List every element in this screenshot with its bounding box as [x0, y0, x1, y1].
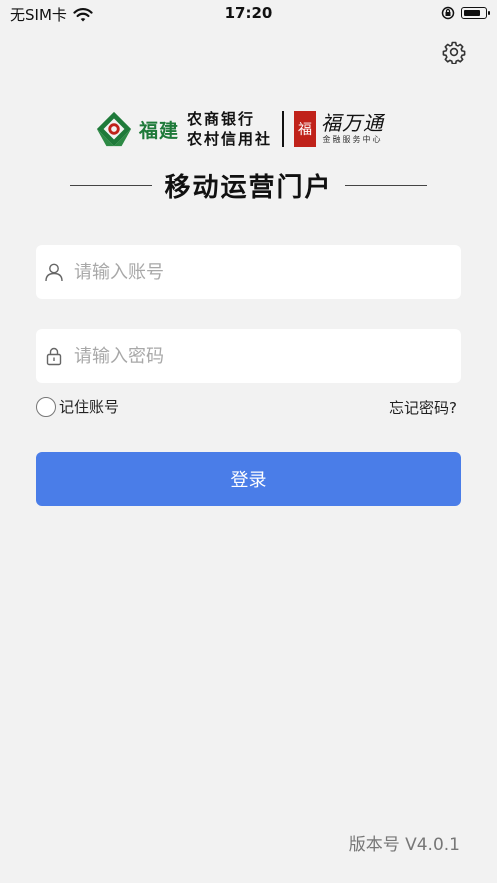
brand-subtitle: 金融服务中心 — [322, 135, 383, 144]
password-field[interactable] — [36, 329, 461, 383]
status-time: 17:20 — [224, 4, 273, 22]
brand-wordmark: 福万通 金融服务中心 — [321, 112, 384, 146]
battery-icon — [461, 7, 490, 19]
title-divider-right — [344, 184, 427, 186]
title-row: 移动运营门户 — [0, 165, 497, 205]
brand-seal: 福 — [294, 111, 317, 147]
username-field[interactable] — [36, 245, 461, 299]
password-input[interactable] — [74, 329, 461, 383]
username-input[interactable] — [74, 245, 461, 299]
rotation-lock-icon — [441, 6, 455, 20]
brand-logo: 福建 农商银行 农村信用社 福 福万通 金融服务中心 — [95, 105, 405, 153]
login-button[interactable]: 登录 — [36, 452, 461, 506]
forgot-password-link[interactable]: 忘记密码? — [389, 397, 457, 418]
logo-divider — [282, 111, 285, 147]
title-divider-left — [70, 184, 153, 186]
bank-name-province: 福建 — [139, 119, 180, 142]
remember-label: 记住账号 — [59, 398, 120, 416]
remember-account-toggle[interactable]: 记住账号 — [36, 396, 119, 417]
status-bar: 无SIM卡 17:20 — [0, 0, 497, 28]
page-title: 移动运营门户 — [164, 172, 333, 203]
bank-name-line1: 农商银行 — [187, 110, 256, 128]
version-label: 版本号 V4.0.1 — [348, 835, 460, 855]
remember-radio[interactable] — [36, 396, 56, 417]
lock-icon — [46, 347, 62, 366]
gear-icon[interactable] — [442, 40, 466, 64]
brand-name: 福万通 — [321, 111, 385, 135]
bank-name-block: 农商银行 农村信用社 — [187, 109, 272, 149]
bank-name-line2: 农村信用社 — [187, 130, 273, 148]
login-screen: 无SIM卡 17:20 福建 农商银行 农村信用社 福 福万通 金融服务中心 移… — [0, 0, 497, 883]
user-icon — [45, 263, 63, 282]
bank-emblem-icon — [96, 111, 132, 147]
status-right — [441, 6, 490, 20]
